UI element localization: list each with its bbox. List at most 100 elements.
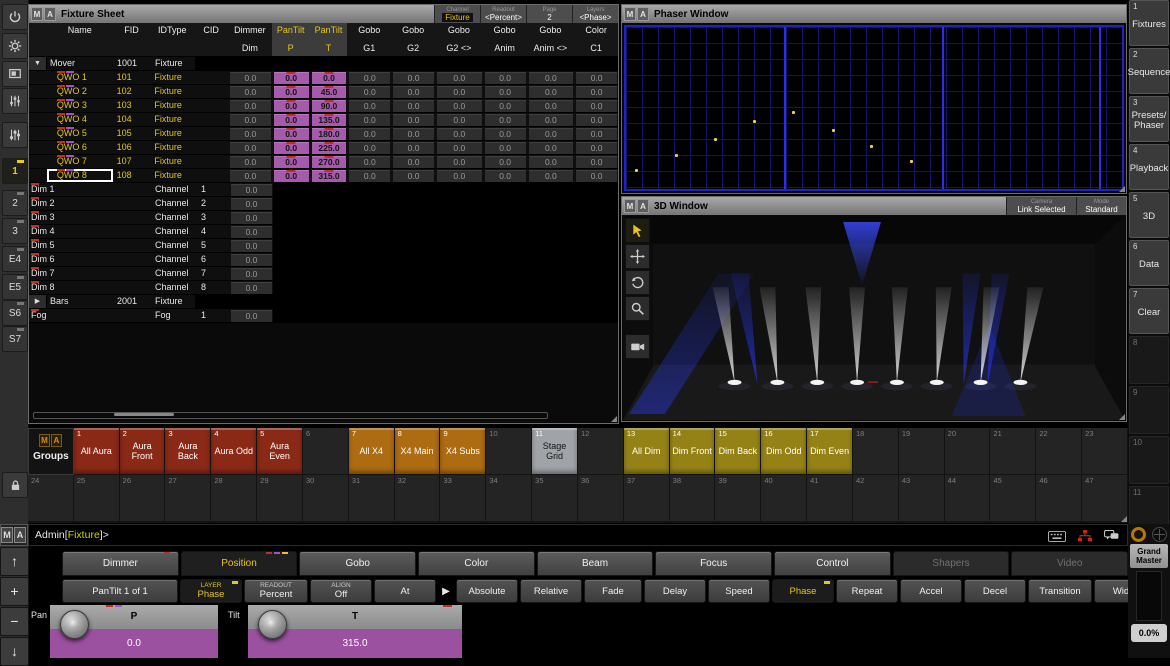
titlebar-button-channel[interactable]: ChannelFixture <box>434 5 480 23</box>
value-g1[interactable]: 0.0 <box>349 128 390 140</box>
tilt-knob[interactable] <box>258 610 287 639</box>
group-cell-23[interactable]: 23 <box>1082 428 1128 475</box>
column-header-G2 <>[interactable]: GoboG2 <> <box>435 23 483 56</box>
expand-collapse-icon[interactable]: ▼ <box>29 57 47 70</box>
titlebar-button-readout[interactable]: Readout<Percent> <box>480 5 526 23</box>
pan-knob[interactable] <box>60 610 89 639</box>
channel-row[interactable]: Dim 3Channel30.0 <box>29 211 618 225</box>
group-cell-29[interactable]: 29 <box>257 475 303 522</box>
value-g2[interactable]: 0.0 <box>393 128 434 140</box>
value-animx[interactable]: 0.0 <box>529 100 574 112</box>
group-cell-36[interactable]: 36 <box>578 475 624 522</box>
value-c1[interactable]: 0.0 <box>576 128 617 140</box>
feature-tab-beam[interactable]: Beam <box>537 551 654 576</box>
group-cell-39[interactable]: 39 <box>715 475 761 522</box>
fixture-row[interactable]: QWO 8108Fixture0.00.0315.00.00.00.00.00.… <box>29 169 618 183</box>
value-g2x[interactable]: 0.0 <box>437 142 482 154</box>
encoder-button-at[interactable]: At <box>374 579 436 603</box>
column-header-IDType[interactable]: IDType <box>150 23 194 56</box>
group-cell-8[interactable]: 8X4 Main <box>395 428 441 475</box>
encoder-button-percent[interactable]: READOUTPercent <box>244 579 308 603</box>
value-p[interactable]: 0.0 <box>274 142 309 154</box>
group-cell-41[interactable]: 41 <box>807 475 853 522</box>
value-p[interactable]: 0.0 <box>274 86 309 98</box>
value-g2x[interactable]: 0.0 <box>437 72 482 84</box>
value-animx[interactable]: 0.0 <box>529 72 574 84</box>
value-t[interactable]: 90.0 <box>312 100 347 112</box>
group-cell-40[interactable]: 40 <box>761 475 807 522</box>
phaser-step-point[interactable] <box>714 138 717 141</box>
group-cell-3[interactable]: 3Aura Back <box>165 428 211 475</box>
view-button-10[interactable]: 10 <box>1129 436 1169 484</box>
group-cell-9[interactable]: 9X4 Subs <box>440 428 486 475</box>
encoder-button-transition[interactable]: Transition <box>1028 579 1092 603</box>
value-dim[interactable]: 0.0 <box>231 310 272 322</box>
value-dim[interactable]: 0.0 <box>231 254 272 266</box>
value-anim[interactable]: 0.0 <box>485 100 526 112</box>
three-d-titlebar[interactable]: MA 3D Window Camera Link Selected Mode S… <box>622 197 1126 215</box>
value-dim[interactable]: 0.0 <box>231 184 272 196</box>
value-g1[interactable]: 0.0 <box>349 72 390 84</box>
fixture-row[interactable]: QWO 7107Fixture0.00.0270.00.00.00.00.00.… <box>29 155 618 169</box>
group-cell-35[interactable]: 35 <box>532 475 578 522</box>
group-cell-4[interactable]: 4Aura Odd <box>211 428 257 475</box>
value-t[interactable]: 135.0 <box>312 114 347 126</box>
encoder-button-phase[interactable]: Phase <box>772 579 834 603</box>
group-cell-2[interactable]: 2Aura Front <box>120 428 166 475</box>
phaser-step-point[interactable] <box>832 129 835 132</box>
mode-select-button[interactable]: Mode Standard <box>1076 197 1126 215</box>
value-anim[interactable]: 0.0 <box>485 114 526 126</box>
feature-tab-color[interactable]: Color <box>418 551 535 576</box>
feature-tab-dimmer[interactable]: Dimmer <box>62 551 179 576</box>
group-cell-16[interactable]: 16Dim Odd <box>761 428 807 475</box>
encoder-button-repeat[interactable]: Repeat <box>836 579 898 603</box>
group-cell-44[interactable]: 44 <box>945 475 991 522</box>
value-dim[interactable]: 0.0 <box>230 100 271 112</box>
status-ring-icon[interactable] <box>1131 527 1146 542</box>
value-g1[interactable]: 0.0 <box>349 170 390 182</box>
phaser-step-point[interactable] <box>792 111 795 114</box>
screen-button-1[interactable]: 1 <box>2 158 28 184</box>
value-g2[interactable]: 0.0 <box>393 100 434 112</box>
encoder-button-speed[interactable]: Speed <box>708 579 770 603</box>
value-animx[interactable]: 0.0 <box>529 170 574 182</box>
groups-pool-header[interactable]: MAGroups <box>28 428 74 475</box>
value-anim[interactable]: 0.0 <box>485 128 526 140</box>
view-button-9[interactable]: 9 <box>1129 386 1169 434</box>
group-cell-38[interactable]: 38 <box>670 475 716 522</box>
group-cell-5[interactable]: 5Aura Even <box>257 428 303 475</box>
group-cell-25[interactable]: 25 <box>74 475 120 522</box>
view-button-3[interactable]: 3Presets/ Phaser <box>1129 96 1169 142</box>
gear-icon[interactable] <box>2 33 28 59</box>
value-g1[interactable]: 0.0 <box>349 114 390 126</box>
value-dim[interactable]: 0.0 <box>230 142 271 154</box>
pan-encoder[interactable]: P 0.0 <box>50 605 218 658</box>
group-cell-1[interactable]: 1All Aura <box>74 428 120 475</box>
value-dim[interactable]: 0.0 <box>230 72 271 84</box>
value-dim[interactable]: 0.0 <box>231 226 272 238</box>
feature-tab-shapers[interactable]: Shapers <box>893 551 1010 576</box>
phaser-step-point[interactable] <box>635 169 638 172</box>
horizontal-scrollbar[interactable] <box>33 412 548 419</box>
resize-handle-icon[interactable] <box>1119 414 1125 420</box>
group-cell-11[interactable]: 11Stage Grid <box>532 428 578 475</box>
group-cell-32[interactable]: 32 <box>395 475 441 522</box>
phaser-titlebar[interactable]: MA Phaser Window <box>622 5 1126 23</box>
view-button-5[interactable]: 53D <box>1129 192 1169 238</box>
value-c1[interactable]: 0.0 <box>576 100 617 112</box>
group-cell-33[interactable]: 33 <box>440 475 486 522</box>
resize-handle-icon[interactable] <box>1121 516 1127 522</box>
grand-master-fader[interactable] <box>1136 571 1162 621</box>
fixture-row[interactable]: QWO 3103Fixture0.00.090.00.00.00.00.00.0… <box>29 99 618 113</box>
value-t[interactable]: 225.0 <box>312 142 347 154</box>
column-header-Anim <>[interactable]: GoboAnim <> <box>527 23 575 56</box>
group-cell-24[interactable]: 24 <box>28 475 74 522</box>
encoder-button-absolute[interactable]: Absolute <box>456 579 518 603</box>
phaser-step-point[interactable] <box>910 160 913 163</box>
column-header-CID[interactable]: CID <box>194 23 228 56</box>
value-c1[interactable]: 0.0 <box>576 72 617 84</box>
phaser-2d-grid[interactable] <box>624 25 1124 191</box>
globe-icon[interactable] <box>1152 527 1167 542</box>
group-cell-46[interactable]: 46 <box>1036 475 1082 522</box>
group-cell-42[interactable]: 42 <box>853 475 899 522</box>
